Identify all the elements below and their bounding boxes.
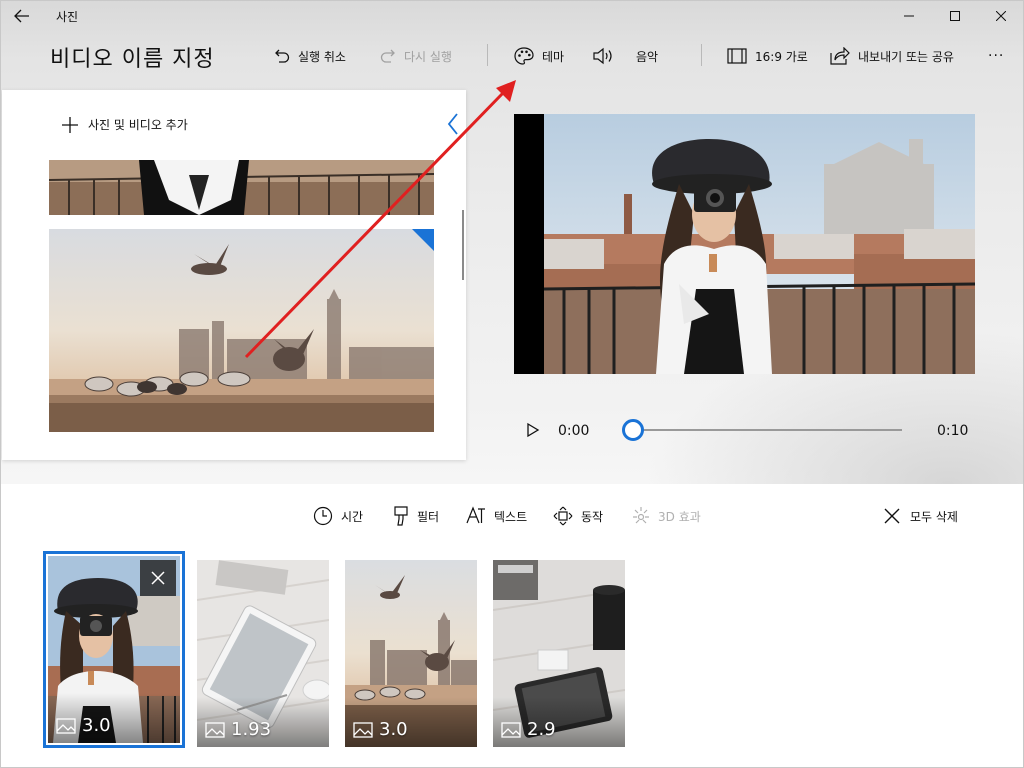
- library-thumbnail-woman-camera: [49, 160, 434, 215]
- theme-label: 테마: [542, 49, 565, 64]
- card-duration-value: 2.9: [527, 719, 556, 740]
- preview-frame-woman-camera: [544, 114, 975, 374]
- storyboard-card[interactable]: 3.0: [43, 551, 185, 748]
- card-duration: 2.9: [501, 719, 556, 740]
- card-duration: 3.0: [56, 715, 111, 736]
- remove-all-label: 모두 삭제: [910, 509, 958, 524]
- remove-all-button[interactable]: 모두 삭제: [884, 496, 958, 536]
- current-time: 0:00: [558, 423, 590, 439]
- motion-button[interactable]: 동작: [553, 496, 603, 536]
- window-controls: [886, 0, 1024, 32]
- filter-brush-icon: [394, 506, 408, 526]
- add-photos-videos-label: 사진 및 비디오 추가: [88, 118, 188, 132]
- duration-label: 시간: [341, 509, 364, 524]
- close-button[interactable]: [978, 0, 1024, 32]
- palette-icon: [514, 47, 534, 65]
- 3d-effects-label: 3D 효과: [658, 509, 701, 524]
- theme-button[interactable]: 테마: [514, 32, 564, 80]
- storyboard: 3.0 1.93 3.0 2.9: [0, 548, 1024, 758]
- clock-icon: [313, 506, 333, 526]
- undo-label: 실행 취소: [298, 49, 346, 64]
- card-duration-value: 3.0: [82, 715, 111, 736]
- more-options-button[interactable]: ···: [988, 32, 1004, 80]
- filters-button[interactable]: 필터: [393, 496, 439, 536]
- close-icon: [996, 11, 1006, 21]
- text-button[interactable]: 텍스트: [466, 496, 527, 536]
- card-duration-value: 3.0: [379, 719, 408, 740]
- seek-thumb[interactable]: [622, 419, 644, 441]
- undo-button[interactable]: 실행 취소: [274, 32, 346, 80]
- library-item-photo-woman[interactable]: [49, 160, 434, 215]
- seek-bar[interactable]: [634, 429, 902, 431]
- aspect-ratio-button[interactable]: 16:9 가로: [727, 32, 808, 80]
- music-button[interactable]: 음악: [592, 32, 658, 80]
- image-icon: [501, 721, 521, 738]
- filters-label: 필터: [417, 509, 440, 524]
- maximize-icon: [950, 11, 960, 21]
- share-icon: [830, 47, 850, 65]
- title-bar: 사진: [0, 0, 1024, 32]
- export-share-label: 내보내기 또는 공유: [858, 49, 954, 64]
- library-thumbnail-birds-london: [49, 229, 434, 432]
- toolbar: 비디오 이름 지정 실행 취소 다시 실행 테마 음악 16:9 가로 내보내기…: [0, 32, 1024, 80]
- remove-card-button[interactable]: [140, 560, 176, 596]
- add-photos-videos-button[interactable]: 사진 및 비디오 추가: [62, 116, 188, 133]
- card-duration-value: 1.93: [231, 719, 272, 740]
- motion-label: 동작: [581, 509, 604, 524]
- selected-indicator: [412, 229, 434, 251]
- image-icon: [56, 717, 76, 734]
- aspect-ratio-icon: [727, 48, 747, 64]
- 3d-effects-button[interactable]: 3D 효과: [632, 496, 701, 536]
- duration-button[interactable]: 시간: [313, 496, 363, 536]
- undo-icon: [275, 49, 290, 63]
- minimize-button[interactable]: [886, 0, 932, 32]
- storyboard-card[interactable]: 1.93: [197, 560, 329, 747]
- card-duration: 3.0: [353, 719, 408, 740]
- speaker-icon: [593, 47, 612, 65]
- back-arrow-icon: [14, 9, 29, 23]
- redo-icon: [380, 49, 395, 63]
- edit-toolbar: 시간 필터 텍스트 동작 3D 효과 모두 삭제: [0, 496, 1024, 536]
- library-item-photo-birds[interactable]: [49, 229, 434, 432]
- more-options-icon: ···: [988, 48, 1005, 64]
- close-x-icon: [884, 508, 900, 524]
- back-button[interactable]: [0, 0, 44, 32]
- text-icon: [466, 506, 485, 524]
- play-button[interactable]: [526, 422, 540, 438]
- toolbar-divider: [701, 44, 702, 66]
- card-duration: 1.93: [205, 719, 271, 740]
- minimize-icon: [904, 15, 914, 17]
- chevron-left-icon: [447, 113, 458, 135]
- storyboard-card[interactable]: 2.9: [493, 560, 625, 747]
- motion-icon: [553, 506, 573, 526]
- play-icon: [527, 422, 540, 438]
- aspect-ratio-label: 16:9 가로: [755, 49, 808, 64]
- plus-icon: [62, 116, 78, 133]
- 3d-effects-icon: [633, 507, 649, 524]
- toolbar-divider: [487, 44, 488, 66]
- video-preview[interactable]: [514, 114, 975, 374]
- app-title: 사진: [56, 9, 79, 24]
- redo-label: 다시 실행: [404, 49, 452, 64]
- library-scrollbar[interactable]: [462, 210, 464, 280]
- export-share-button[interactable]: 내보내기 또는 공유: [830, 32, 954, 80]
- storyboard-card[interactable]: 3.0: [345, 560, 477, 747]
- music-label: 음악: [636, 49, 659, 64]
- redo-button[interactable]: 다시 실행: [380, 32, 452, 80]
- text-label: 텍스트: [494, 509, 528, 524]
- maximize-button[interactable]: [932, 0, 978, 32]
- video-title[interactable]: 비디오 이름 지정: [50, 41, 215, 73]
- total-time: 0:10: [937, 423, 969, 439]
- image-icon: [353, 721, 373, 738]
- image-icon: [205, 721, 225, 738]
- project-library-panel: 사진 및 비디오 추가: [2, 90, 466, 460]
- close-icon: [151, 571, 165, 585]
- collapse-library-button[interactable]: [446, 112, 460, 136]
